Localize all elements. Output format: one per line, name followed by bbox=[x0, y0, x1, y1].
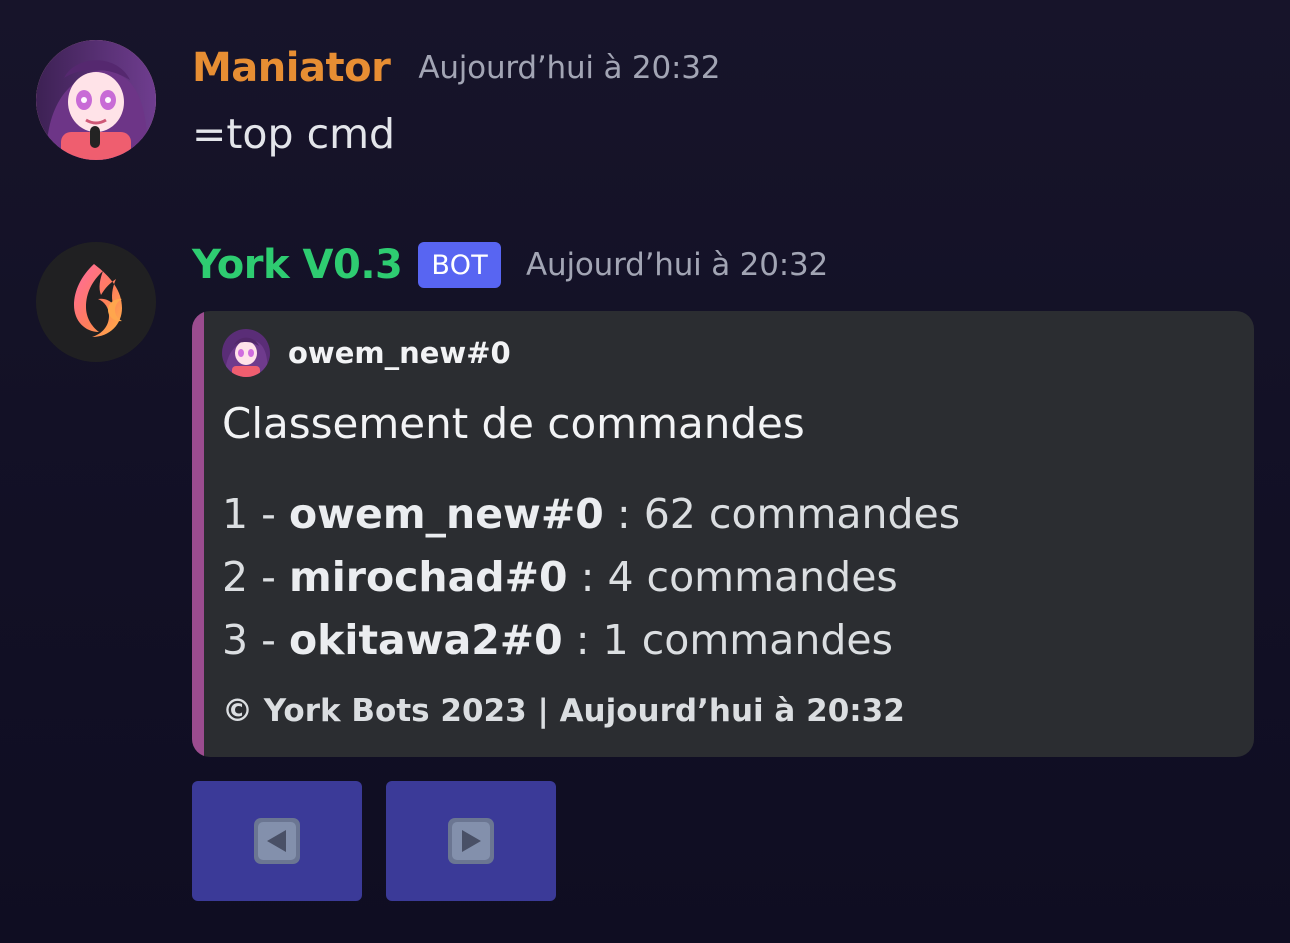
right-arrow-icon bbox=[448, 818, 494, 864]
maniator-message-text: =top cmd bbox=[192, 110, 396, 158]
ranking-separator: - bbox=[261, 490, 289, 538]
embed-author: owem_new#0 bbox=[222, 329, 511, 377]
ranking-separator: - bbox=[261, 616, 289, 664]
maniator-username[interactable]: Maniator bbox=[192, 48, 391, 88]
ranking-user-name: okitawa2#0 bbox=[288, 616, 563, 664]
embed-author-avatar[interactable] bbox=[222, 329, 270, 377]
ranking-colon: : bbox=[580, 553, 608, 601]
ranking-command-count: 4 commandes bbox=[607, 553, 898, 601]
ranking-colon: : bbox=[616, 490, 644, 538]
york-timestamp: Aujourd’hui à 20:32 bbox=[526, 246, 829, 283]
york-username[interactable]: York V0.3 bbox=[192, 245, 403, 285]
ranking-colon: : bbox=[575, 616, 603, 664]
maniator-timestamp: Aujourd’hui à 20:32 bbox=[418, 49, 721, 86]
ranking-row-2: 2 - mirochad#0 : 4 commandes bbox=[222, 546, 960, 609]
embed-accent-bar bbox=[192, 311, 204, 757]
ranking-embed: owem_new#0 Classement de commandes 1 - o… bbox=[192, 311, 1254, 757]
bot-badge: BOT bbox=[418, 242, 502, 288]
ranking-user-name: owem_new#0 bbox=[288, 490, 604, 538]
anime-character-avatar-icon bbox=[36, 40, 156, 160]
ranking-row-3: 3 - okitawa2#0 : 1 commandes bbox=[222, 609, 960, 672]
anime-character-small-avatar-icon bbox=[222, 329, 270, 377]
ranking-rank: 1 bbox=[222, 490, 249, 538]
next-page-button[interactable] bbox=[386, 781, 556, 901]
ranking-command-count: 62 commandes bbox=[643, 490, 961, 538]
ranking-list: 1 - owem_new#0 : 62 commandes 2 - miroch… bbox=[222, 483, 960, 672]
maniator-avatar[interactable] bbox=[36, 40, 156, 160]
embed-author-name[interactable]: owem_new#0 bbox=[288, 338, 511, 368]
left-arrow-icon bbox=[254, 818, 300, 864]
york-avatar[interactable] bbox=[36, 242, 156, 362]
embed-title: Classement de commandes bbox=[222, 399, 805, 448]
york-header: York V0.3 BOT Aujourd’hui à 20:32 bbox=[192, 242, 828, 288]
previous-page-button[interactable] bbox=[192, 781, 362, 901]
ranking-separator: - bbox=[261, 553, 289, 601]
maniator-header: Maniator Aujourd’hui à 20:32 bbox=[192, 48, 720, 88]
embed-footer: © York Bots 2023 | Aujourd’hui à 20:32 bbox=[222, 693, 905, 729]
ranking-rank: 2 bbox=[222, 553, 249, 601]
york-flame-logo-icon bbox=[36, 242, 156, 362]
ranking-user-name: mirochad#0 bbox=[288, 553, 568, 601]
ranking-command-count: 1 commandes bbox=[602, 616, 893, 664]
ranking-rank: 3 bbox=[222, 616, 249, 664]
ranking-row-1: 1 - owem_new#0 : 62 commandes bbox=[222, 483, 960, 546]
